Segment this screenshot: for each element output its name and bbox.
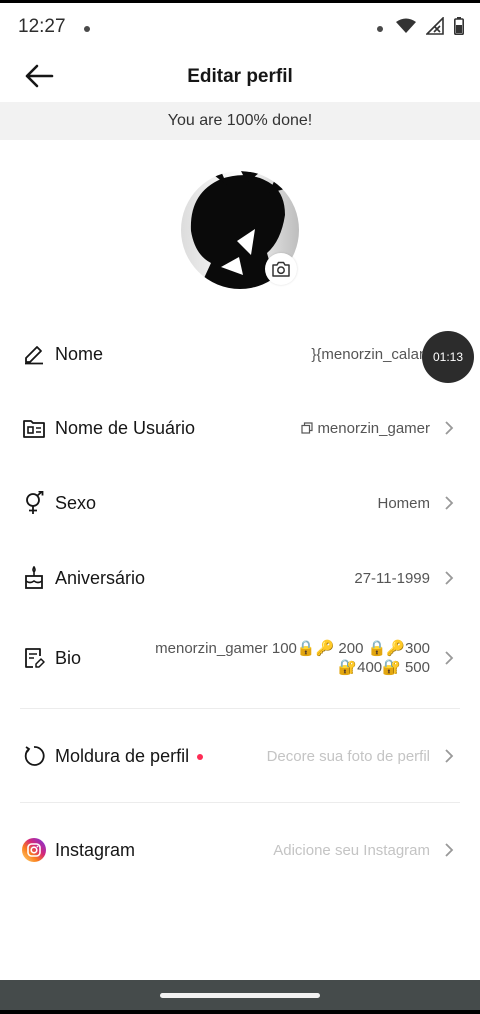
cake-icon <box>22 566 46 590</box>
divider <box>20 708 460 709</box>
chevron-right-icon <box>444 495 456 511</box>
row-label-instagram: Instagram <box>55 839 136 860</box>
pencil-icon <box>22 342 46 366</box>
chevron-right-icon <box>444 420 456 436</box>
page-title: Editar perfil <box>187 66 293 87</box>
bio-line-1: menorzin_gamer 100🔒🔑 200 🔒🔑300 <box>155 640 430 657</box>
row-label-aniversario: Aniversário <box>55 567 146 588</box>
row-bio[interactable]: Bio menorzin_gamer 100🔒🔑 200 🔒🔑300 🔐400🔐… <box>0 628 480 688</box>
row-aniversario[interactable]: Aniversário 27-11-1999 <box>0 548 480 608</box>
instagram-value: Adicione seu Instagram <box>273 841 430 859</box>
new-indicator-dot <box>197 753 204 760</box>
username-value: menorzin_gamer <box>301 420 430 437</box>
completion-banner: You are 100% done! <box>0 102 480 140</box>
chevron-right-icon <box>444 570 456 586</box>
row-instagram[interactable]: Instagram Adicione seu Instagram <box>0 820 480 880</box>
row-label-bio: Bio <box>55 647 82 668</box>
camera-icon <box>272 261 290 277</box>
sexo-value: Homem <box>377 494 430 512</box>
chevron-right-icon <box>444 842 456 858</box>
status-bar: 12:27 <box>0 0 480 52</box>
change-photo-button[interactable] <box>265 253 297 285</box>
battery-icon <box>454 17 464 35</box>
edit-note-icon <box>22 646 46 670</box>
row-username[interactable]: Nome de Usuário menorzin_gamer <box>0 398 480 458</box>
chevron-right-icon <box>444 650 456 666</box>
bio-value: menorzin_gamer 100🔒🔑 200 🔒🔑300 🔐400🔐 500 <box>130 639 430 677</box>
notification-dot-icon <box>377 26 383 32</box>
no-signal-icon <box>426 17 444 35</box>
username-text: menorzin_gamer <box>317 419 430 437</box>
status-time: 12:27 <box>18 16 66 37</box>
divider <box>20 802 460 803</box>
copy-icon[interactable] <box>301 421 314 434</box>
status-icons <box>396 17 464 35</box>
top-bar: Editar perfil <box>0 52 480 102</box>
avatar-edit[interactable] <box>181 171 299 289</box>
row-sexo[interactable]: Sexo Homem <box>0 473 480 533</box>
floating-timer[interactable]: 01:13 <box>422 331 474 383</box>
row-nome[interactable]: Nome }{menorzin_calango}{ <box>0 324 480 384</box>
row-label-nome: Nome <box>55 343 104 364</box>
instagram-icon <box>22 838 46 862</box>
gender-icon <box>22 491 46 515</box>
system-nav-bar <box>0 980 480 1014</box>
frame-refresh-icon <box>22 744 46 768</box>
aniversario-value: 27-11-1999 <box>354 569 430 587</box>
wifi-icon <box>396 18 416 33</box>
row-label-username: Nome de Usuário <box>55 417 196 438</box>
row-label-moldura: Moldura de perfil <box>55 745 204 767</box>
row-label-sexo: Sexo <box>55 492 97 513</box>
bio-line-2: 🔐400🔐 500 <box>338 659 430 676</box>
chevron-right-icon <box>444 748 456 764</box>
notification-dot-icon <box>84 26 90 32</box>
home-indicator[interactable] <box>160 993 320 998</box>
id-card-icon <box>22 416 46 440</box>
moldura-value: Decore sua foto de perfil <box>266 747 430 765</box>
row-moldura[interactable]: Moldura de perfil Decore sua foto de per… <box>0 726 480 786</box>
moldura-label-text: Moldura de perfil <box>55 745 190 766</box>
